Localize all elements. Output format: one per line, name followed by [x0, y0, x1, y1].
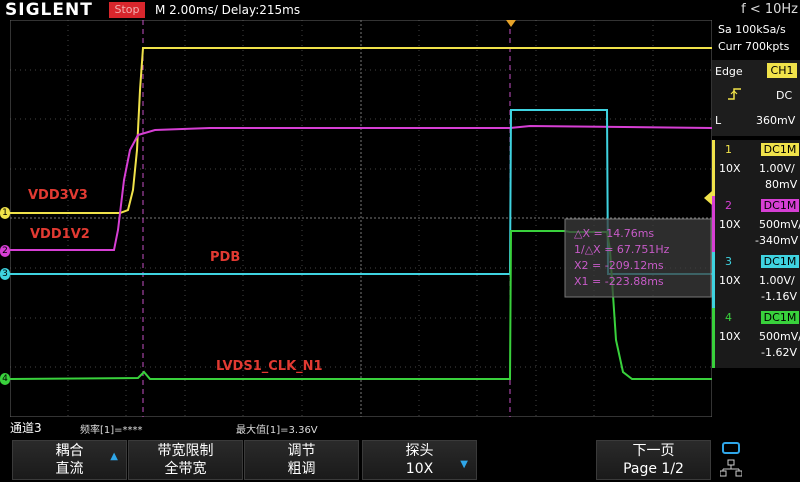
channel-2-scale: 500mV/	[759, 218, 800, 231]
ch2-ground-marker[interactable]: 2	[0, 245, 10, 257]
softkey-adjust[interactable]: 调节 粗调	[244, 440, 359, 480]
channel-3-coupling: DC1M	[761, 255, 799, 268]
channel-1-panel[interactable]: 1 DC1M 10X 1.00V/ 80mV	[712, 140, 800, 200]
sample-rate: Sa 100kSa/s	[718, 23, 786, 36]
acquisition-info: Sa 100kSa/s Curr 700kpts	[712, 20, 800, 58]
memory-depth: Curr 700kpts	[718, 40, 790, 53]
ch2-trace-label: VDD1V2	[30, 227, 90, 242]
channel-1-coupling: DC1M	[761, 143, 799, 156]
ch4-trace-label: LVDS1_CLK_N1	[216, 359, 323, 374]
channel-4-offset: -1.62V	[761, 346, 797, 359]
channel-4-number: 4	[725, 311, 732, 324]
softkey-next-value: Page 1/2	[623, 461, 684, 477]
timebase-readout[interactable]: M 2.00ms/ Delay:215ms	[155, 0, 300, 20]
channel-4-coupling: DC1M	[761, 311, 799, 324]
channel-3-panel[interactable]: 3 DC1M 10X 1.00V/ -1.16V	[712, 252, 800, 312]
rising-edge-icon	[728, 88, 741, 100]
softkey-coupling[interactable]: 耦合 直流 ▲	[12, 440, 127, 480]
cursor-readout: △X = 14.76ms 1/△X = 67.751Hz X2 = -209.1…	[574, 226, 669, 290]
cursor-inv-delta: 1/△X = 67.751Hz	[574, 243, 670, 256]
channel-2-offset: -340mV	[755, 234, 799, 247]
channel-3-offset: -1.16V	[761, 290, 797, 303]
trigger-position-marker[interactable]	[506, 20, 516, 27]
trigger-mode: Edge	[715, 65, 743, 78]
ch4-ground-marker[interactable]: 4	[0, 373, 10, 385]
softkey-coupling-title: 耦合	[55, 443, 84, 459]
softkey-bandwidth-limit[interactable]: 带宽限制 全带宽	[128, 440, 243, 480]
channel-3-probe: 10X	[719, 274, 741, 287]
trigger-panel[interactable]: Edge CH1 DC L 360mV	[712, 60, 800, 136]
channel-1-number: 1	[725, 143, 732, 156]
ch1-ground-marker[interactable]: 1	[0, 207, 10, 219]
softkey-probe[interactable]: 探头 10X ▼	[362, 440, 477, 480]
softkey-next-page[interactable]: 下一页 Page 1/2	[596, 440, 711, 480]
trigger-level-marker[interactable]	[704, 191, 712, 205]
channel-4-scale: 500mV/	[759, 330, 800, 343]
active-channel-label: 通道3	[10, 421, 42, 435]
softkey-probe-value: 10X	[405, 461, 434, 477]
usb-icon	[722, 442, 740, 454]
channel-4-panel[interactable]: 4 DC1M 10X 500mV/ -1.62V	[712, 308, 800, 368]
measurement-max: 最大值[1]=3.36V	[236, 425, 318, 436]
run-stop-indicator[interactable]: Stop	[109, 2, 145, 18]
channel-2-probe: 10X	[719, 218, 741, 231]
ch1-trace-label: VDD3V3	[28, 188, 88, 203]
softkey-bandwidth-value: 全带宽	[164, 461, 207, 477]
cursor-delta: △X = 14.76ms	[574, 227, 655, 240]
softkey-adjust-title: 调节	[287, 443, 316, 459]
network-icon	[719, 459, 743, 481]
softkey-probe-title: 探头	[405, 443, 434, 459]
trigger-source: CH1	[767, 63, 797, 78]
channel-1-scale: 1.00V/	[759, 162, 795, 175]
waveform-svg	[9, 19, 713, 418]
softkey-coupling-value: 直流	[55, 461, 84, 477]
channel-2-panel[interactable]: 2 DC1M 10X 500mV/ -340mV	[712, 196, 800, 256]
waveform-display[interactable]	[9, 19, 713, 418]
softkey-bandwidth-title: 带宽限制	[157, 443, 214, 459]
channel-3-number: 3	[725, 255, 732, 268]
channel-2-coupling: DC1M	[761, 199, 799, 212]
trigger-level: 360mV	[756, 114, 796, 127]
softkey-adjust-value: 粗调	[287, 461, 316, 477]
channel-4-probe: 10X	[719, 330, 741, 343]
channel-2-number: 2	[725, 199, 732, 212]
cursor-x2: X2 = -209.12ms	[574, 259, 664, 272]
chevron-down-icon: ▼	[460, 459, 468, 470]
ch3-trace-label: PDB	[210, 250, 241, 265]
channel-1-probe: 10X	[719, 162, 741, 175]
softkey-next-title: 下一页	[632, 443, 675, 459]
cursor-x1: X1 = -223.88ms	[574, 275, 664, 288]
trigger-level-label: L	[715, 114, 722, 127]
trigger-coupling: DC	[776, 89, 793, 102]
channel-1-offset: 80mV	[765, 178, 798, 191]
frequency-counter: f < 10Hz	[741, 2, 798, 17]
ch3-ground-marker[interactable]: 3	[0, 268, 10, 280]
channel-3-scale: 1.00V/	[759, 274, 795, 287]
brand-logo: SIGLENT	[5, 0, 93, 20]
measurement-frequency: 频率[1]=****	[80, 425, 143, 436]
chevron-up-icon: ▲	[110, 451, 118, 462]
